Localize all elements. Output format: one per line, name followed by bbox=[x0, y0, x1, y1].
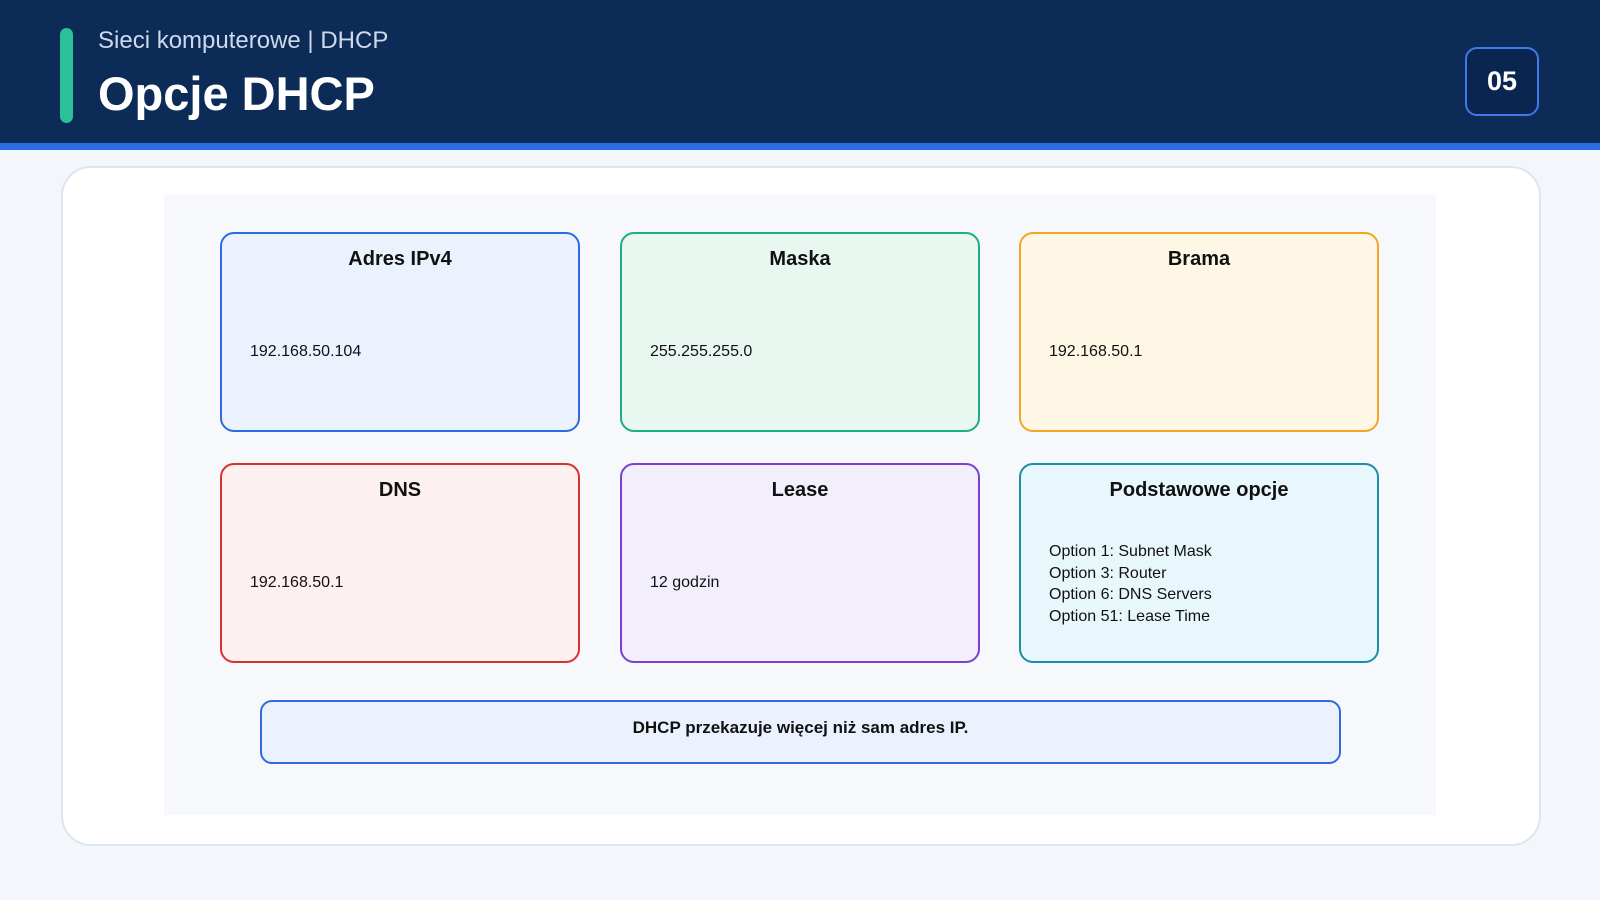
slide-subtitle: Sieci komputerowe | DHCP bbox=[98, 27, 389, 54]
slide-number-badge: 05 bbox=[1465, 47, 1539, 116]
box-title: Podstawowe opcje bbox=[1109, 479, 1289, 501]
header-divider bbox=[0, 143, 1600, 150]
option-item: Option 1: Subnet Mask bbox=[1049, 543, 1212, 560]
box-value: 12 godzin bbox=[650, 574, 720, 591]
box-value: 192.168.50.1 bbox=[1049, 343, 1143, 360]
box-title: DNS bbox=[378, 479, 422, 501]
box-title: Lease bbox=[771, 479, 829, 501]
ipv4-address-box: Adres IPv4 192.168.50.104 bbox=[220, 232, 580, 432]
box-value: 192.168.50.1 bbox=[250, 574, 344, 591]
gateway-box: Brama 192.168.50.1 bbox=[1019, 232, 1379, 432]
basic-options-box: Podstawowe opcje Option 1: Subnet Mask O… bbox=[1019, 463, 1379, 663]
lease-box: Lease 12 godzin bbox=[620, 463, 980, 663]
option-list: Option 1: Subnet Mask Option 3: Router O… bbox=[1049, 541, 1212, 627]
box-title: Maska bbox=[769, 248, 831, 270]
dns-box: DNS 192.168.50.1 bbox=[220, 463, 580, 663]
slide-title: Opcje DHCP bbox=[98, 67, 375, 120]
option-item: Option 51: Lease Time bbox=[1049, 607, 1210, 625]
summary-note: DHCP przekazuje więcej niż sam adres IP. bbox=[260, 700, 1341, 764]
box-value: 192.168.50.104 bbox=[250, 343, 362, 360]
option-item: Option 3: Router bbox=[1049, 564, 1167, 582]
title-accent-bar bbox=[60, 28, 73, 123]
box-title: Brama bbox=[1167, 248, 1231, 270]
box-value: 255.255.255.0 bbox=[650, 343, 753, 360]
option-item: Option 6: DNS Servers bbox=[1049, 586, 1212, 603]
subnet-mask-box: Maska 255.255.255.0 bbox=[620, 232, 980, 432]
box-title: Adres IPv4 bbox=[348, 248, 452, 270]
